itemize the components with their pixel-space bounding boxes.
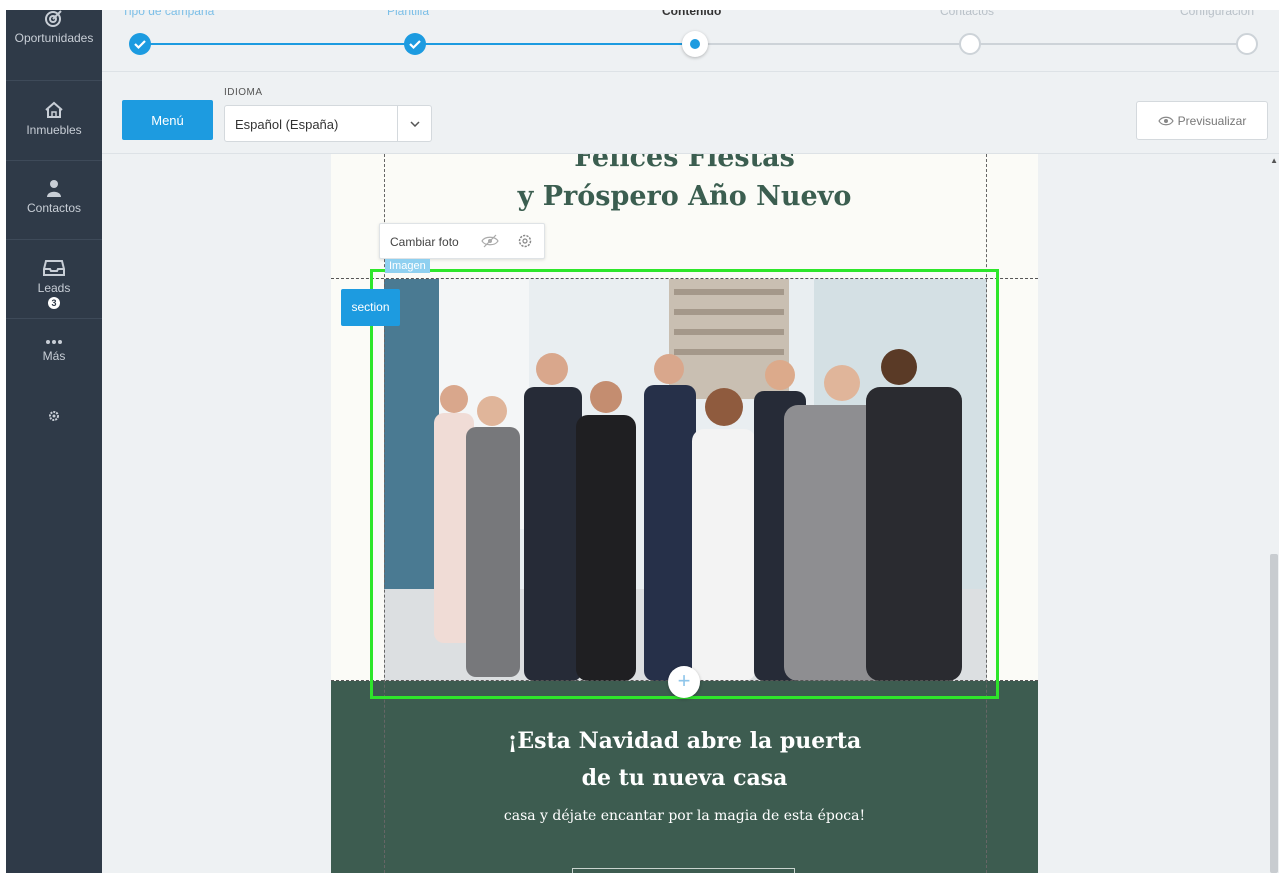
- chevron-down-icon: [397, 106, 431, 141]
- inbox-icon: [43, 260, 65, 276]
- sidebar-divider: [6, 80, 102, 81]
- sidebar-divider: [6, 239, 102, 240]
- sidebar-settings-button[interactable]: [6, 410, 102, 425]
- step-plantilla[interactable]: [404, 33, 426, 55]
- sidebar-item-label: Más: [42, 349, 66, 363]
- sidebar-item-label: Contactos: [26, 201, 82, 215]
- step-contactos[interactable]: [959, 33, 981, 55]
- eye-icon: [1157, 116, 1174, 126]
- preview-label: Previsualizar: [1177, 113, 1247, 128]
- image-block-tag: Imagen: [385, 259, 430, 273]
- sidebar-item-mas[interactable]: Más: [6, 338, 102, 363]
- sidebar-item-contactos[interactable]: Contactos: [6, 178, 102, 215]
- promo-band: ¡Esta Navidad abre la puerta de tu nueva…: [331, 681, 1038, 873]
- sidebar-item-oportunidades[interactable]: Oportunidades: [6, 10, 102, 45]
- check-icon: [409, 40, 421, 50]
- sidebar-item-label: Leads: [37, 281, 71, 295]
- step-label-plantilla: Plantilla: [387, 10, 430, 18]
- band-title-line1: ¡Esta Navidad abre la puerta: [507, 728, 862, 754]
- language-label: IDIOMA: [224, 87, 263, 98]
- band-subtitle: casa y déjate encantar por la magia de e…: [503, 808, 866, 824]
- sidebar-divider: [6, 318, 102, 319]
- email-title-line1: Felices Fiestas: [574, 154, 795, 173]
- sidebar-item-label: Inmuebles: [26, 123, 82, 137]
- house-icon: [45, 101, 63, 118]
- step-tipo[interactable]: [129, 33, 151, 55]
- step-configuracion[interactable]: [1236, 33, 1258, 55]
- add-block-button[interactable]: +: [668, 666, 700, 698]
- step-label-contenido: Contenido: [662, 10, 722, 18]
- sidebar-divider: [6, 160, 102, 161]
- person-icon: [47, 180, 61, 197]
- editor-canvas[interactable]: Felices Fiestas y Próspero Año Nuevo ¡Es…: [102, 154, 1279, 873]
- target-icon: [45, 10, 62, 27]
- scrollbar-thumb[interactable]: [1270, 554, 1278, 873]
- sidebar-item-leads[interactable]: Leads 3: [6, 258, 102, 309]
- settings-gear-icon[interactable]: [517, 233, 533, 252]
- scroll-up-icon[interactable]: ▲: [1270, 156, 1278, 165]
- band-title-line2: de tu nueva casa: [581, 765, 788, 791]
- sidebar-item-label: Oportunidades: [14, 31, 94, 45]
- language-select[interactable]: Español (España): [224, 105, 432, 142]
- email-preview: Felices Fiestas y Próspero Año Nuevo ¡Es…: [331, 154, 1038, 873]
- step-label-configuracion: Configuración: [1180, 10, 1255, 18]
- hide-eye-icon[interactable]: [481, 233, 499, 252]
- sidebar: Oportunidades Inmuebles Contactos Leads …: [6, 10, 102, 873]
- leads-count-badge: 3: [48, 297, 60, 309]
- image-toolbar: Cambiar foto: [379, 223, 545, 259]
- menu-button[interactable]: Menú: [122, 100, 213, 140]
- email-title-line2: y Próspero Año Nuevo: [517, 181, 852, 212]
- language-value: Español (España): [235, 117, 339, 132]
- change-photo-button[interactable]: Cambiar foto: [390, 235, 459, 249]
- editor-toolbar: Menú IDIOMA Español (España) Previsualiz…: [102, 72, 1279, 154]
- more-icon: [46, 340, 62, 344]
- canvas-scrollbar[interactable]: ▲: [1269, 154, 1279, 873]
- section-tag[interactable]: section: [341, 289, 400, 326]
- gear-icon: [49, 411, 59, 421]
- selection-outline: [370, 269, 999, 699]
- band-cta-button[interactable]: [572, 868, 795, 873]
- step-contenido[interactable]: [682, 31, 708, 57]
- preview-button[interactable]: Previsualizar: [1136, 101, 1268, 140]
- step-label-tipo: Tipo de campaña: [122, 10, 215, 18]
- check-icon: [134, 40, 146, 50]
- sidebar-item-inmuebles[interactable]: Inmuebles: [6, 100, 102, 137]
- step-label-contactos: Contactos: [940, 10, 995, 18]
- app-window: Oportunidades Inmuebles Contactos Leads …: [6, 10, 1279, 873]
- campaign-stepper: Tipo de campaña Plantilla Contenido Cont…: [102, 10, 1279, 72]
